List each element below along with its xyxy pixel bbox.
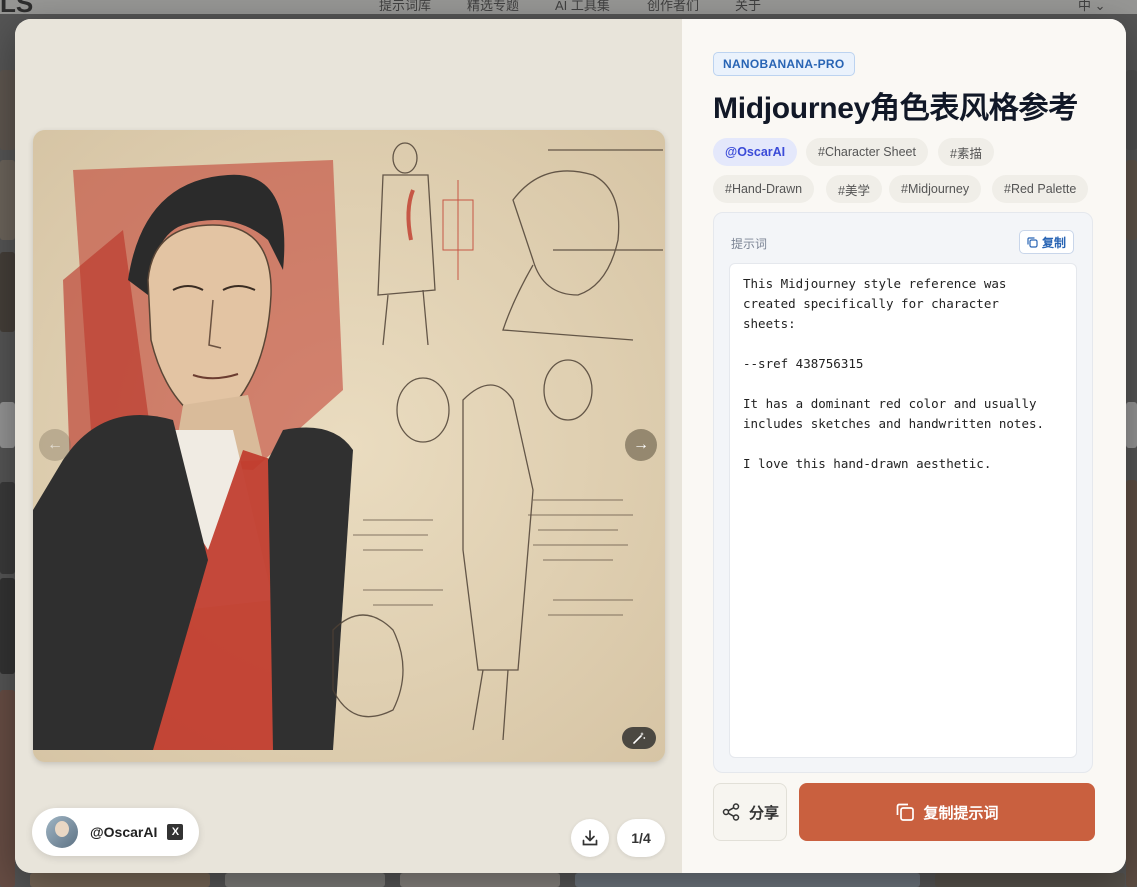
prompt-text[interactable]: This Midjourney style reference was crea…	[729, 263, 1077, 758]
author-name: @OscarAI	[90, 824, 158, 840]
magic-edit-button[interactable]	[622, 727, 656, 749]
copy-button-small[interactable]: 复制	[1019, 230, 1075, 254]
artwork-image	[33, 130, 665, 762]
arrow-left-icon: ←	[47, 436, 63, 453]
prompt-title: Midjourney角色表风格参考	[713, 92, 1078, 125]
prompt-detail-modal: ← → @OscarAI X 1/4 NANOBANANA-PRO Midjou…	[15, 19, 1126, 873]
x-logo-icon[interactable]: X	[167, 824, 184, 840]
author-badge[interactable]: @OscarAI X	[32, 808, 200, 856]
tag-sketch[interactable]: #素描	[938, 138, 994, 166]
image-viewer-panel: ← → @OscarAI X 1/4	[15, 19, 682, 873]
magic-wand-icon	[633, 732, 646, 744]
copy-prompt-button[interactable]: 复制提示词	[799, 783, 1095, 841]
copy-icon	[1027, 236, 1038, 248]
image-page-indicator: 1/4	[617, 819, 665, 857]
prompt-info-panel: NANOBANANA-PRO Midjourney角色表风格参考 @OscarA…	[682, 19, 1126, 873]
previous-image-button[interactable]: ←	[39, 429, 71, 461]
tag-aesthetics[interactable]: #美学	[826, 175, 882, 203]
arrow-right-icon: →	[633, 436, 649, 453]
tag-hand-drawn[interactable]: #Hand-Drawn	[713, 175, 815, 203]
share-button[interactable]: 分享	[713, 783, 787, 841]
avatar	[46, 816, 78, 848]
prompt-label: 提示词	[731, 237, 768, 251]
tag-midjourney[interactable]: #Midjourney	[889, 175, 982, 203]
download-icon	[582, 830, 598, 846]
share-icon	[722, 803, 740, 821]
copy-icon	[897, 803, 915, 821]
tag-character-sheet[interactable]: #Character Sheet	[806, 138, 928, 166]
character-sheet-illustration	[33, 130, 665, 762]
next-image-button[interactable]: →	[625, 429, 657, 461]
download-button[interactable]	[571, 819, 609, 857]
tag-author[interactable]: @OscarAI	[713, 138, 798, 166]
model-badge[interactable]: NANOBANANA-PRO	[713, 52, 855, 76]
prompt-section: 提示词 复制 This Midjourney style reference w…	[713, 212, 1093, 773]
tag-red-palette[interactable]: #Red Palette	[992, 175, 1089, 203]
